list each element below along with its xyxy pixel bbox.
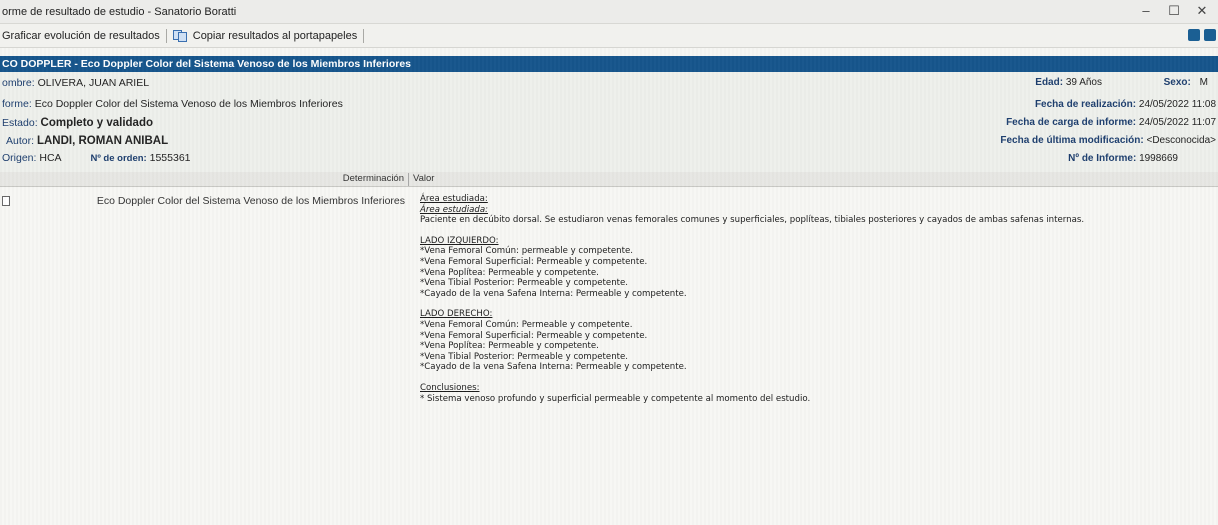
status-row: Estado: Completo y validado xyxy=(2,114,153,132)
table-row: Eco Doppler Color del Sistema Venoso de … xyxy=(0,188,1218,525)
left-item: *Vena Femoral Común: permeable y compete… xyxy=(420,246,634,257)
right-item: *Cayado de la vena Safena Interna: Perme… xyxy=(420,362,687,373)
study-title-bar: CO DOPPLER - Eco Doppler Color del Siste… xyxy=(0,56,1218,72)
area-heading: Área estudiada: xyxy=(420,194,488,204)
upload-date-field: Fecha de carga de informe: 24/05/2022 11… xyxy=(1006,117,1216,128)
copy-results-label: Copiar resultados al portapapeles xyxy=(192,29,358,42)
left-item: *Vena Tibial Posterior: Permeable y comp… xyxy=(420,278,629,289)
sex-label: Sexo: xyxy=(1163,77,1191,88)
left-item: *Vena Poplítea: Permeable y competente. xyxy=(420,267,599,278)
report-name: Eco Doppler Color del Sistema Venoso de … xyxy=(34,98,343,110)
author-label: Autor: xyxy=(6,135,35,147)
report-window: orme de resultado de estudio - Sanatorio… xyxy=(0,0,1218,525)
left-side-heading: LADO IZQUIERDO: xyxy=(420,235,499,246)
status-label: Estado: xyxy=(2,117,38,129)
patient-info-panel: ombre: OLIVERA, JUAN ARIEL forme: Eco Do… xyxy=(0,72,1218,173)
results-column-header: Determinación Valor xyxy=(0,172,1218,187)
patient-name: OLIVERA, JUAN ARIEL xyxy=(37,77,150,89)
modified-date-field: Fecha de última modificación: <Desconoci… xyxy=(1000,135,1216,146)
right-item: *Vena Tibial Posterior: Permeable y comp… xyxy=(420,351,629,362)
patient-name-row: ombre: OLIVERA, JUAN ARIEL xyxy=(2,74,149,92)
status-value: Completo y validado xyxy=(40,117,153,129)
upload-value: 24/05/2022 11:07 xyxy=(1138,117,1216,128)
origin-label: Origen: xyxy=(2,152,37,164)
right-item: *Vena Femoral Superficial: Permeable y c… xyxy=(420,330,648,341)
conclusion-text: * Sistema venoso profundo y superficial … xyxy=(420,393,811,404)
modified-label: Fecha de última modificación: xyxy=(1000,135,1144,146)
column-value[interactable]: Valor xyxy=(413,173,434,184)
realization-date-field: Fecha de realización: 24/05/2022 11:08 xyxy=(1035,99,1216,110)
copy-icon xyxy=(172,29,189,42)
age-value: 39 Años xyxy=(1065,77,1102,88)
column-separator[interactable] xyxy=(408,173,409,186)
result-value: Área estudiada: Área estudiada: Paciente… xyxy=(420,194,1200,404)
toolbar-separator xyxy=(363,28,365,43)
row-checkbox[interactable] xyxy=(2,196,10,206)
toolbar-separator xyxy=(165,28,167,43)
row-determination: Eco Doppler Color del Sistema Venoso de … xyxy=(96,195,405,207)
report-number-value: 1998669 xyxy=(1139,153,1178,164)
graph-evolution-button[interactable]: Graficar evolución de resultados xyxy=(2,30,160,42)
title-bar: orme de resultado de estudio - Sanatorio… xyxy=(0,0,1218,24)
order-label: Nº de orden: xyxy=(90,153,147,164)
nav-next-icon[interactable] xyxy=(1204,29,1216,41)
window-title: orme de resultado de estudio - Sanatorio… xyxy=(2,5,237,18)
area-heading-italic: Área estudiada: xyxy=(420,204,489,215)
sex-field: Sexo: M xyxy=(1164,77,1208,88)
graph-evolution-label: Graficar evolución de resultados xyxy=(2,29,160,42)
realization-value: 24/05/2022 11:08 xyxy=(1138,99,1216,110)
right-item: *Vena Poplítea: Permeable y competente. xyxy=(420,341,599,352)
sex-value: M xyxy=(1199,77,1208,88)
minimize-button[interactable]: – xyxy=(1132,3,1160,19)
column-determination[interactable]: Determinación xyxy=(343,173,404,184)
left-item: *Cayado de la vena Safena Interna: Perme… xyxy=(420,288,687,299)
toolbar: Graficar evolución de resultados Copiar … xyxy=(0,24,1218,48)
order-value: 1555361 xyxy=(149,152,191,164)
report-row: forme: Eco Doppler Color del Sistema Ven… xyxy=(2,95,343,113)
report-label: forme: xyxy=(2,98,32,110)
left-item: *Vena Femoral Superficial: Permeable y c… xyxy=(420,256,648,267)
nav-prev-icon[interactable] xyxy=(1188,29,1200,41)
report-number-field: Nº de Informe: 1998669 xyxy=(1068,153,1178,164)
toolbar-right-buttons xyxy=(1188,29,1216,41)
age-field: Edad: 39 Años xyxy=(1035,77,1102,88)
realization-label: Fecha de realización: xyxy=(1034,99,1137,110)
origin-value: HCA xyxy=(39,152,62,164)
modified-value: <Desconocida> xyxy=(1146,135,1217,146)
name-label: ombre: xyxy=(2,77,35,89)
author-row: Autor: LANDI, ROMAN ANIBAL xyxy=(6,132,168,150)
area-text: Paciente en decúbito dorsal. Se estudiar… xyxy=(420,215,1085,226)
maximize-button[interactable]: ☐ xyxy=(1160,3,1188,19)
right-side-heading: LADO DERECHO: xyxy=(420,309,493,320)
window-controls: – ☐ ✕ xyxy=(1132,3,1216,19)
copy-results-button[interactable]: Copiar resultados al portapapeles xyxy=(172,29,358,42)
right-item: *Vena Femoral Común: Permeable y compete… xyxy=(420,319,633,330)
conclusions-heading: Conclusiones: xyxy=(420,382,480,393)
age-label: Edad: xyxy=(1035,77,1064,88)
origin-row: Origen: HCA Nº de orden: 1555361 xyxy=(2,149,191,167)
upload-label: Fecha de carga de informe: xyxy=(1006,117,1137,128)
author-value: LANDI, ROMAN ANIBAL xyxy=(36,135,169,147)
report-number-label: Nº de Informe: xyxy=(1068,153,1137,164)
close-button[interactable]: ✕ xyxy=(1188,3,1216,19)
